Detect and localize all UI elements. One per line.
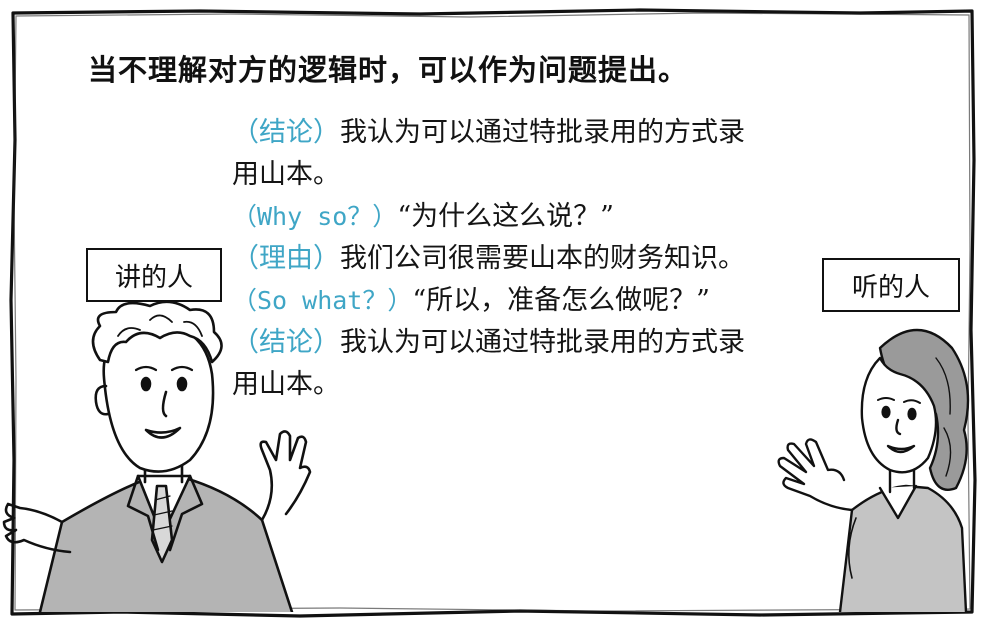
page-title: 当不理解对方的逻辑时，可以作为问题提出。 (88, 53, 689, 87)
tag-conclusion: （结论） (232, 117, 340, 148)
speaker-man-illustration (2, 300, 312, 612)
line-text: 我们公司很需要山本的财务知识。 (340, 243, 745, 274)
line-text: 我认为可以通过特批录用的方式录 (340, 327, 745, 358)
dialog-line-continuation: 用山本。 (232, 154, 842, 196)
dialog-line-reason: （理由）我们公司很需要山本的财务知识。 (232, 238, 842, 280)
listener-woman-illustration (777, 328, 970, 612)
line-text: “所以，准备怎么做呢？” (412, 285, 710, 316)
line-text: 用山本。 (232, 159, 340, 190)
line-text: “为什么这么说？” (397, 201, 614, 232)
illustration-panel: 当不理解对方的逻辑时，可以作为问题提出。 （结论）我认为可以通过特批录用的方式录… (0, 0, 986, 627)
listener-label: 听的人 (822, 258, 960, 312)
line-text: 我认为可以通过特批录用的方式录 (340, 117, 745, 148)
dialog-line-conclusion: （结论）我认为可以通过特批录用的方式录 (232, 112, 842, 154)
dialog-line-why-so: （Why so？）“为什么这么说？” (232, 196, 842, 238)
tag-why-so: （Why so？） (232, 202, 398, 231)
speaker-label: 讲的人 (86, 248, 222, 302)
tag-reason: （理由） (232, 243, 340, 274)
dialog-line-so-what: （So what？）“所以，准备怎么做呢？” (232, 280, 842, 322)
